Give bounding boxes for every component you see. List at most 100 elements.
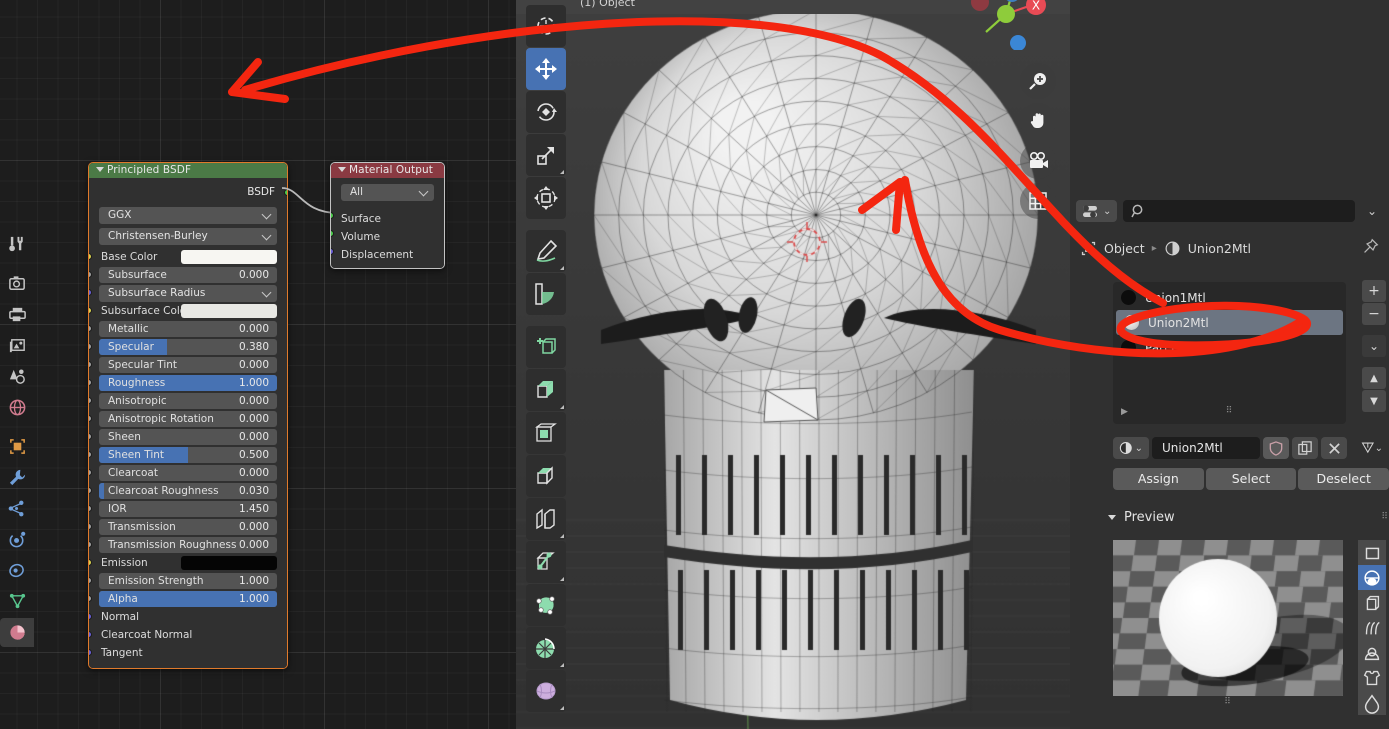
node-input-row[interactable]: Surface <box>331 207 444 225</box>
slot-specials-button[interactable]: ⌄ <box>1362 335 1386 357</box>
tool-extrude[interactable] <box>526 369 566 411</box>
material-slot-row[interactable]: Union1Mtl <box>1113 285 1346 310</box>
node-input-row[interactable]: Base Color <box>89 248 277 266</box>
preview-fluid[interactable] <box>1358 690 1386 715</box>
node-input-row[interactable]: Metallic 0.000 <box>89 320 277 338</box>
node-input-row[interactable]: Emission Strength 1.000 <box>89 572 277 590</box>
input-socket-grey[interactable] <box>89 469 92 476</box>
viewport-nav-buttons[interactable] <box>1020 63 1056 223</box>
preview-panel-header[interactable]: Preview ⠿ <box>1108 505 1389 529</box>
input-socket-purple[interactable] <box>89 631 92 638</box>
value-slider[interactable]: IOR 1.450 <box>99 501 277 517</box>
collapse-triangle-icon[interactable] <box>96 167 104 172</box>
input-socket-grey[interactable] <box>89 415 92 422</box>
material-preview[interactable] <box>1113 540 1343 696</box>
breadcrumb-object[interactable]: Object <box>1104 241 1145 256</box>
node-input-row[interactable]: Clearcoat 0.000 <box>89 464 277 482</box>
color-swatch[interactable] <box>181 304 277 318</box>
node-input-row[interactable]: Volume <box>331 225 444 243</box>
target-dropdown-row[interactable]: All <box>341 183 434 204</box>
nav-pan-button[interactable] <box>1020 103 1056 139</box>
tool-knife[interactable] <box>526 541 566 583</box>
tab-physics[interactable] <box>0 525 34 554</box>
input-socket-grey[interactable] <box>89 361 92 368</box>
resize-grip[interactable]: ⠿ <box>1226 406 1234 416</box>
node-input-row[interactable]: Alpha 1.000 <box>89 590 277 608</box>
add-slot-button[interactable]: + <box>1362 280 1386 302</box>
deselect-button[interactable]: Deselect <box>1298 468 1389 490</box>
tool-expand-corner[interactable] <box>560 663 564 667</box>
node-input-row[interactable]: Subsurface Color <box>89 302 277 320</box>
input-socket-purple[interactable] <box>89 649 92 656</box>
material-datablock-row[interactable]: ⌄ Union2Mtl ⌄ <box>1113 437 1389 459</box>
move-slot-down-button[interactable]: ▼ <box>1362 390 1386 412</box>
preview-resize-grip[interactable]: ⠿ <box>1113 697 1343 707</box>
node-input-row[interactable]: Specular Tint 0.000 <box>89 356 277 374</box>
tool-expand-corner[interactable] <box>560 266 564 270</box>
value-slider[interactable]: Anisotropic 0.000 <box>99 393 277 409</box>
input-socket-green[interactable] <box>331 230 334 237</box>
node-input-row[interactable]: Transmission 0.000 <box>89 518 277 536</box>
input-socket-grey[interactable] <box>89 505 92 512</box>
value-slider[interactable]: Sheen Tint 0.500 <box>99 447 277 463</box>
3d-viewport[interactable]: (1) Object Y X <box>516 0 1070 729</box>
node-input-row[interactable]: Transmission Roughness 0.000 <box>89 536 277 554</box>
tab-material[interactable] <box>0 618 34 647</box>
value-slider[interactable]: Transmission 0.000 <box>99 519 277 535</box>
input-socket-yellow[interactable] <box>89 559 92 566</box>
filter-dropdown[interactable]: ⌄ <box>1361 200 1383 222</box>
browse-material-button[interactable]: ⌄ <box>1113 437 1149 459</box>
tool-add-cube[interactable] <box>526 326 566 368</box>
preview-shader-ball[interactable] <box>1358 640 1386 665</box>
collapse-triangle-icon[interactable] <box>338 167 346 172</box>
node-input-row[interactable]: Clearcoat Normal <box>89 626 277 644</box>
fake-user-button[interactable] <box>1263 437 1289 459</box>
tab-view-layer[interactable] <box>0 331 34 360</box>
input-socket-purple[interactable] <box>89 613 92 620</box>
value-slider[interactable]: Clearcoat Roughness 0.030 <box>99 483 277 499</box>
remove-slot-button[interactable]: − <box>1362 303 1386 325</box>
value-slider[interactable]: Specular 0.380 <box>99 339 277 355</box>
material-slot-row[interactable]: Part1Mtl <box>1113 335 1346 360</box>
new-material-button[interactable] <box>1292 437 1318 459</box>
tool-bevel[interactable] <box>526 455 566 497</box>
node-input-row[interactable]: Specular 0.380 <box>89 338 277 356</box>
editor-type-selector[interactable]: ⌄ <box>1076 200 1118 222</box>
unlink-material-button[interactable] <box>1321 437 1347 459</box>
preview-cloth[interactable] <box>1358 665 1386 690</box>
node-header[interactable]: Material Output <box>331 163 444 178</box>
tool-loop-cut[interactable] <box>526 498 566 540</box>
input-socket-grey[interactable] <box>89 343 92 350</box>
input-socket-green[interactable] <box>331 212 334 219</box>
tool-move[interactable] <box>526 48 566 90</box>
expand-arrow-icon[interactable]: ▶ <box>1121 407 1128 417</box>
nav-zoom-button[interactable] <box>1020 63 1056 99</box>
tab-tool[interactable] <box>0 230 34 259</box>
tab-modifiers[interactable] <box>0 463 34 492</box>
node-input-row[interactable]: Subsurface Radius <box>89 284 277 302</box>
viewport-render[interactable] <box>516 0 1070 729</box>
node-input-row[interactable]: Sheen Tint 0.500 <box>89 446 277 464</box>
panel-drag-grip[interactable]: ⠿ <box>1381 512 1389 522</box>
value-slider[interactable]: Metallic 0.000 <box>99 321 277 337</box>
input-socket-grey[interactable] <box>89 523 92 530</box>
assign-button[interactable]: Assign <box>1113 468 1204 490</box>
value-slider[interactable]: Sheen 0.000 <box>99 429 277 445</box>
input-socket-grey[interactable] <box>89 487 92 494</box>
node-input-row[interactable]: Tangent <box>89 644 277 662</box>
input-socket-grey[interactable] <box>89 271 92 278</box>
input-socket-grey[interactable] <box>89 595 92 602</box>
tool-scale[interactable] <box>526 134 566 176</box>
nav-camera-button[interactable] <box>1020 143 1056 179</box>
input-socket-purple[interactable] <box>89 289 92 296</box>
tool-cursor[interactable] <box>526 5 566 47</box>
breadcrumb-material[interactable]: Union2Mtl <box>1188 241 1251 256</box>
input-socket-grey[interactable] <box>89 577 92 584</box>
tab-particles[interactable] <box>0 494 34 523</box>
node-input-row[interactable]: Displacement <box>331 243 444 261</box>
tool-smooth[interactable] <box>526 670 566 712</box>
properties-tab-strip[interactable] <box>0 230 36 649</box>
value-slider[interactable]: Transmission Roughness 0.000 <box>99 537 277 553</box>
node-input-row[interactable]: Emission <box>89 554 277 572</box>
target-dropdown[interactable]: All <box>341 184 434 201</box>
